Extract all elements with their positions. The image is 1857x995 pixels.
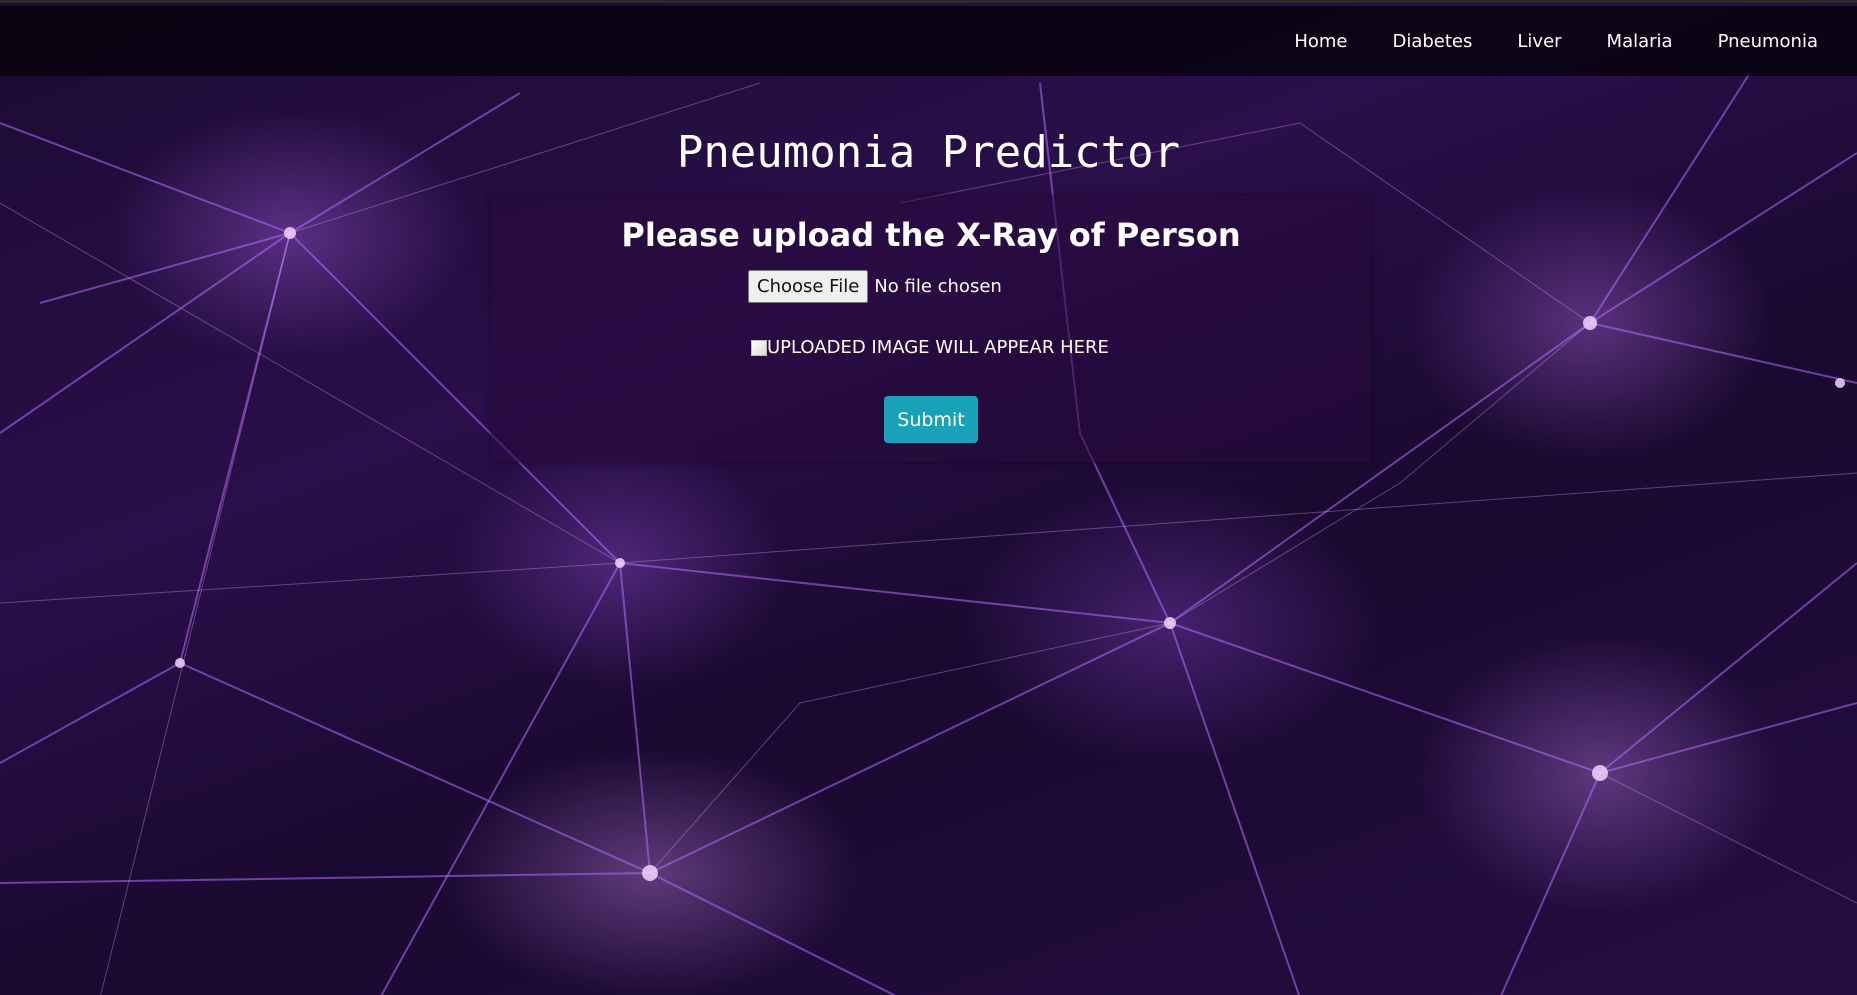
nav-link-liver[interactable]: Liver bbox=[1517, 31, 1561, 52]
app-window: Home Diabetes Liver Malaria Pneumonia Pn… bbox=[0, 0, 1857, 995]
upload-form-card: Please upload the X-Ray of Person Choose… bbox=[491, 196, 1371, 462]
nav-link-diabetes[interactable]: Diabetes bbox=[1392, 31, 1472, 52]
nav-link-home[interactable]: Home bbox=[1294, 31, 1347, 52]
nav-link-pneumonia[interactable]: Pneumonia bbox=[1718, 31, 1818, 52]
upload-heading: Please upload the X-Ray of Person bbox=[621, 216, 1241, 254]
choose-file-button[interactable]: Choose File bbox=[748, 270, 869, 303]
uploaded-image-alt-text: UPLOADED IMAGE WILL APPEAR HERE bbox=[767, 337, 1109, 358]
file-status-text: No file chosen bbox=[874, 276, 1002, 297]
uploaded-image-preview: UPLOADED IMAGE WILL APPEAR HERE bbox=[751, 337, 1109, 358]
top-navbar: Home Diabetes Liver Malaria Pneumonia bbox=[0, 6, 1857, 76]
page-title: Pneumonia Predictor bbox=[676, 127, 1181, 178]
submit-button[interactable]: Submit bbox=[884, 396, 978, 443]
broken-image-icon bbox=[751, 339, 767, 356]
nav-link-malaria[interactable]: Malaria bbox=[1607, 31, 1673, 52]
file-input[interactable]: Choose File No file chosen bbox=[748, 270, 1002, 303]
